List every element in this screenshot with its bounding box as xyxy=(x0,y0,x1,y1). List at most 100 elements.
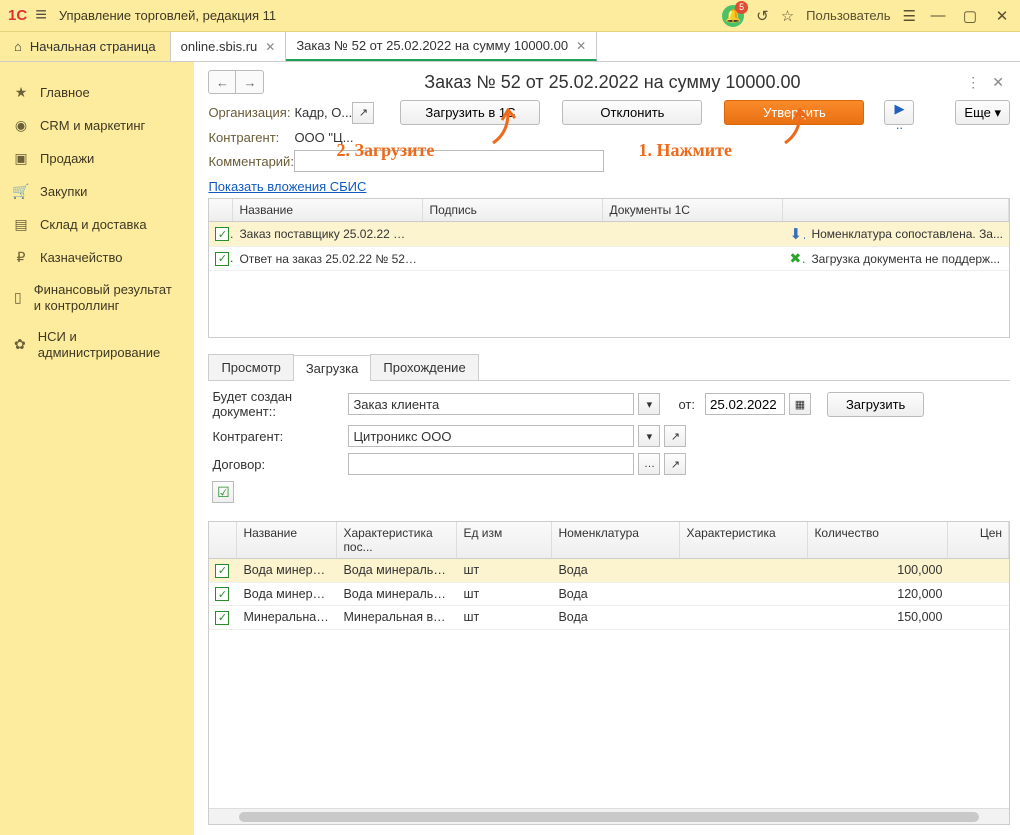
history-icon[interactable]: ↺ xyxy=(756,7,769,25)
tab-label: online.sbis.ru xyxy=(181,39,258,54)
date-input[interactable] xyxy=(705,393,785,415)
user-menu-icon[interactable]: ☰ xyxy=(903,7,916,25)
table-row[interactable]: ✓ Минеральная в... Минеральная вода ... … xyxy=(209,606,1009,630)
col-name: Название xyxy=(237,522,337,558)
star-icon[interactable]: ☆ xyxy=(781,7,794,25)
checkbox-icon[interactable]: ✓ xyxy=(215,564,229,578)
crm-icon: ◉ xyxy=(12,117,30,134)
bag-icon: ▣ xyxy=(12,150,30,167)
tab-order[interactable]: Заказ № 52 от 25.02.2022 на сумму 10000.… xyxy=(286,32,597,61)
tab-sbis[interactable]: online.sbis.ru ✕ xyxy=(171,32,287,61)
tab-preview[interactable]: Просмотр xyxy=(208,354,293,380)
sidebar-item-label: Склад и доставка xyxy=(40,217,147,233)
sidebar-item-purchases[interactable]: 🛒Закупки xyxy=(6,175,188,208)
nav-forward-button[interactable]: → xyxy=(236,70,264,94)
home-tab[interactable]: ⌂ Начальная страница xyxy=(0,32,171,61)
load-1c-button[interactable]: Загрузить в 1С xyxy=(400,100,540,125)
maximize-button[interactable]: ▢ xyxy=(960,7,980,25)
options-icon[interactable]: ⋮ xyxy=(960,74,986,91)
checkbox-icon[interactable]: ✓ xyxy=(215,227,229,241)
warehouse-icon: ▤ xyxy=(12,216,30,233)
app-title: Управление торговлей, редакция 11 xyxy=(59,8,722,23)
play-button[interactable]: ▶ .. xyxy=(884,100,914,125)
col-name: Название xyxy=(233,199,423,221)
minimize-button[interactable]: — xyxy=(928,7,948,24)
sidebar-item-finance[interactable]: ▯Финансовый результат и контроллинг xyxy=(6,274,188,321)
col-price: Цен xyxy=(948,522,1009,558)
col-char2: Характеристика xyxy=(680,522,808,558)
calendar-icon[interactable]: ▦ xyxy=(789,393,811,415)
kontr-value: ООО "Ц... xyxy=(294,130,353,145)
close-icon[interactable]: ✕ xyxy=(265,40,275,54)
notifications-bell[interactable]: 🔔 5 xyxy=(722,5,744,27)
dog-label: Договор: xyxy=(212,457,344,472)
col-sign: Подпись xyxy=(423,199,603,221)
open-ref-button[interactable]: ↗ xyxy=(664,453,686,475)
app-logo: 1С xyxy=(8,7,27,24)
table-row[interactable]: ✓ Вода минераль... Вода минеральная ... … xyxy=(209,583,1009,607)
horizontal-scrollbar[interactable] xyxy=(209,808,1009,824)
error-icon: ✖ xyxy=(783,247,805,270)
comment-input[interactable] xyxy=(294,150,604,172)
load-button[interactable]: Загрузить xyxy=(827,392,924,417)
page-title: Заказ № 52 от 25.02.2022 на сумму 10000.… xyxy=(264,72,960,93)
sidebar-item-label: НСИ и администрирование xyxy=(38,329,183,360)
reject-button[interactable]: Отклонить xyxy=(562,100,702,125)
tab-load[interactable]: Загрузка xyxy=(293,355,372,381)
dropdown-icon[interactable]: ▾ xyxy=(638,425,660,447)
nav-back-button[interactable]: ← xyxy=(208,70,236,94)
checkbox-icon[interactable]: ✓ xyxy=(215,587,229,601)
sidebar-item-main[interactable]: ★Главное xyxy=(6,76,188,109)
bell-badge: 5 xyxy=(735,1,748,14)
sidebar-item-label: Продажи xyxy=(40,151,94,167)
home-tab-label: Начальная страница xyxy=(30,39,156,54)
tab-bar: ⌂ Начальная страница online.sbis.ru ✕ За… xyxy=(0,32,1020,62)
comment-label: Комментарий: xyxy=(208,154,294,169)
kontr-label2: Контрагент: xyxy=(212,429,344,444)
table-row[interactable]: ✓ Ответ на заказ 25.02.22 № 52 на... ✖ З… xyxy=(209,247,1009,271)
close-window-button[interactable]: ✕ xyxy=(992,7,1012,25)
close-icon[interactable]: ✕ xyxy=(986,74,1010,91)
row-status: Номенклатура сопоставлена. За... xyxy=(805,224,1009,244)
date-label: от: xyxy=(678,397,695,412)
home-icon: ⌂ xyxy=(14,39,22,54)
checkall-button[interactable]: ☑ xyxy=(212,481,234,503)
open-ref-button[interactable]: ↗ xyxy=(352,102,374,124)
sidebar-item-sales[interactable]: ▣ Продажи xyxy=(6,142,188,175)
ellipsis-icon[interactable]: … xyxy=(638,453,660,475)
checkbox-icon[interactable]: ✓ xyxy=(215,252,229,266)
chart-icon: ▯ xyxy=(12,289,24,306)
sidebar-item-warehouse[interactable]: ▤ Склад и доставка xyxy=(6,208,188,241)
row-name: Заказ поставщику 25.02.22 № 5... xyxy=(233,224,423,244)
close-icon[interactable]: ✕ xyxy=(576,39,586,53)
row-name: Ответ на заказ 25.02.22 № 52 на... xyxy=(233,249,423,269)
attachments-link[interactable]: Показать вложения СБИС xyxy=(208,179,1010,194)
col-char: Характеристика пос... xyxy=(337,522,457,558)
col-qty: Количество xyxy=(808,522,948,558)
sidebar-item-label: Закупки xyxy=(40,184,87,200)
more-button[interactable]: Еще ▾ xyxy=(955,100,1010,125)
org-value: Кадр, О... xyxy=(294,105,352,120)
table-row[interactable]: ✓ Заказ поставщику 25.02.22 № 5... ⬇ Ном… xyxy=(209,222,1009,247)
org-label: Организация: xyxy=(208,105,294,120)
table-row[interactable]: ✓ Вода минераль... Вода минеральная ... … xyxy=(209,559,1009,583)
col-unit: Ед изм xyxy=(457,522,552,558)
row-status: Загрузка документа не поддерж... xyxy=(805,249,1009,269)
sidebar-item-nsi[interactable]: ✿НСИ и администрирование xyxy=(6,321,188,368)
dropdown-icon[interactable]: ▾ xyxy=(638,393,660,415)
download-icon: ⬇ xyxy=(783,222,805,246)
approve-button[interactable]: Утвердить xyxy=(724,100,864,125)
kontr-label: Контрагент: xyxy=(208,130,294,145)
user-label[interactable]: Пользователь xyxy=(806,8,890,23)
checkbox-icon[interactable]: ✓ xyxy=(215,611,229,625)
menu-icon[interactable]: ≡ xyxy=(35,4,47,27)
sidebar-item-treasury[interactable]: ₽Казначейство xyxy=(6,241,188,274)
doc-type-select[interactable]: Заказ клиента xyxy=(348,393,634,415)
sidebar: ★Главное ◉CRM и маркетинг ▣ Продажи 🛒Заку… xyxy=(0,62,194,835)
kontr-select[interactable]: Цитроникс ООО xyxy=(348,425,634,447)
ruble-icon: ₽ xyxy=(12,249,30,266)
open-ref-button[interactable]: ↗ xyxy=(664,425,686,447)
contract-select[interactable] xyxy=(348,453,634,475)
tab-flow[interactable]: Прохождение xyxy=(370,354,478,380)
sidebar-item-crm[interactable]: ◉CRM и маркетинг xyxy=(6,109,188,142)
